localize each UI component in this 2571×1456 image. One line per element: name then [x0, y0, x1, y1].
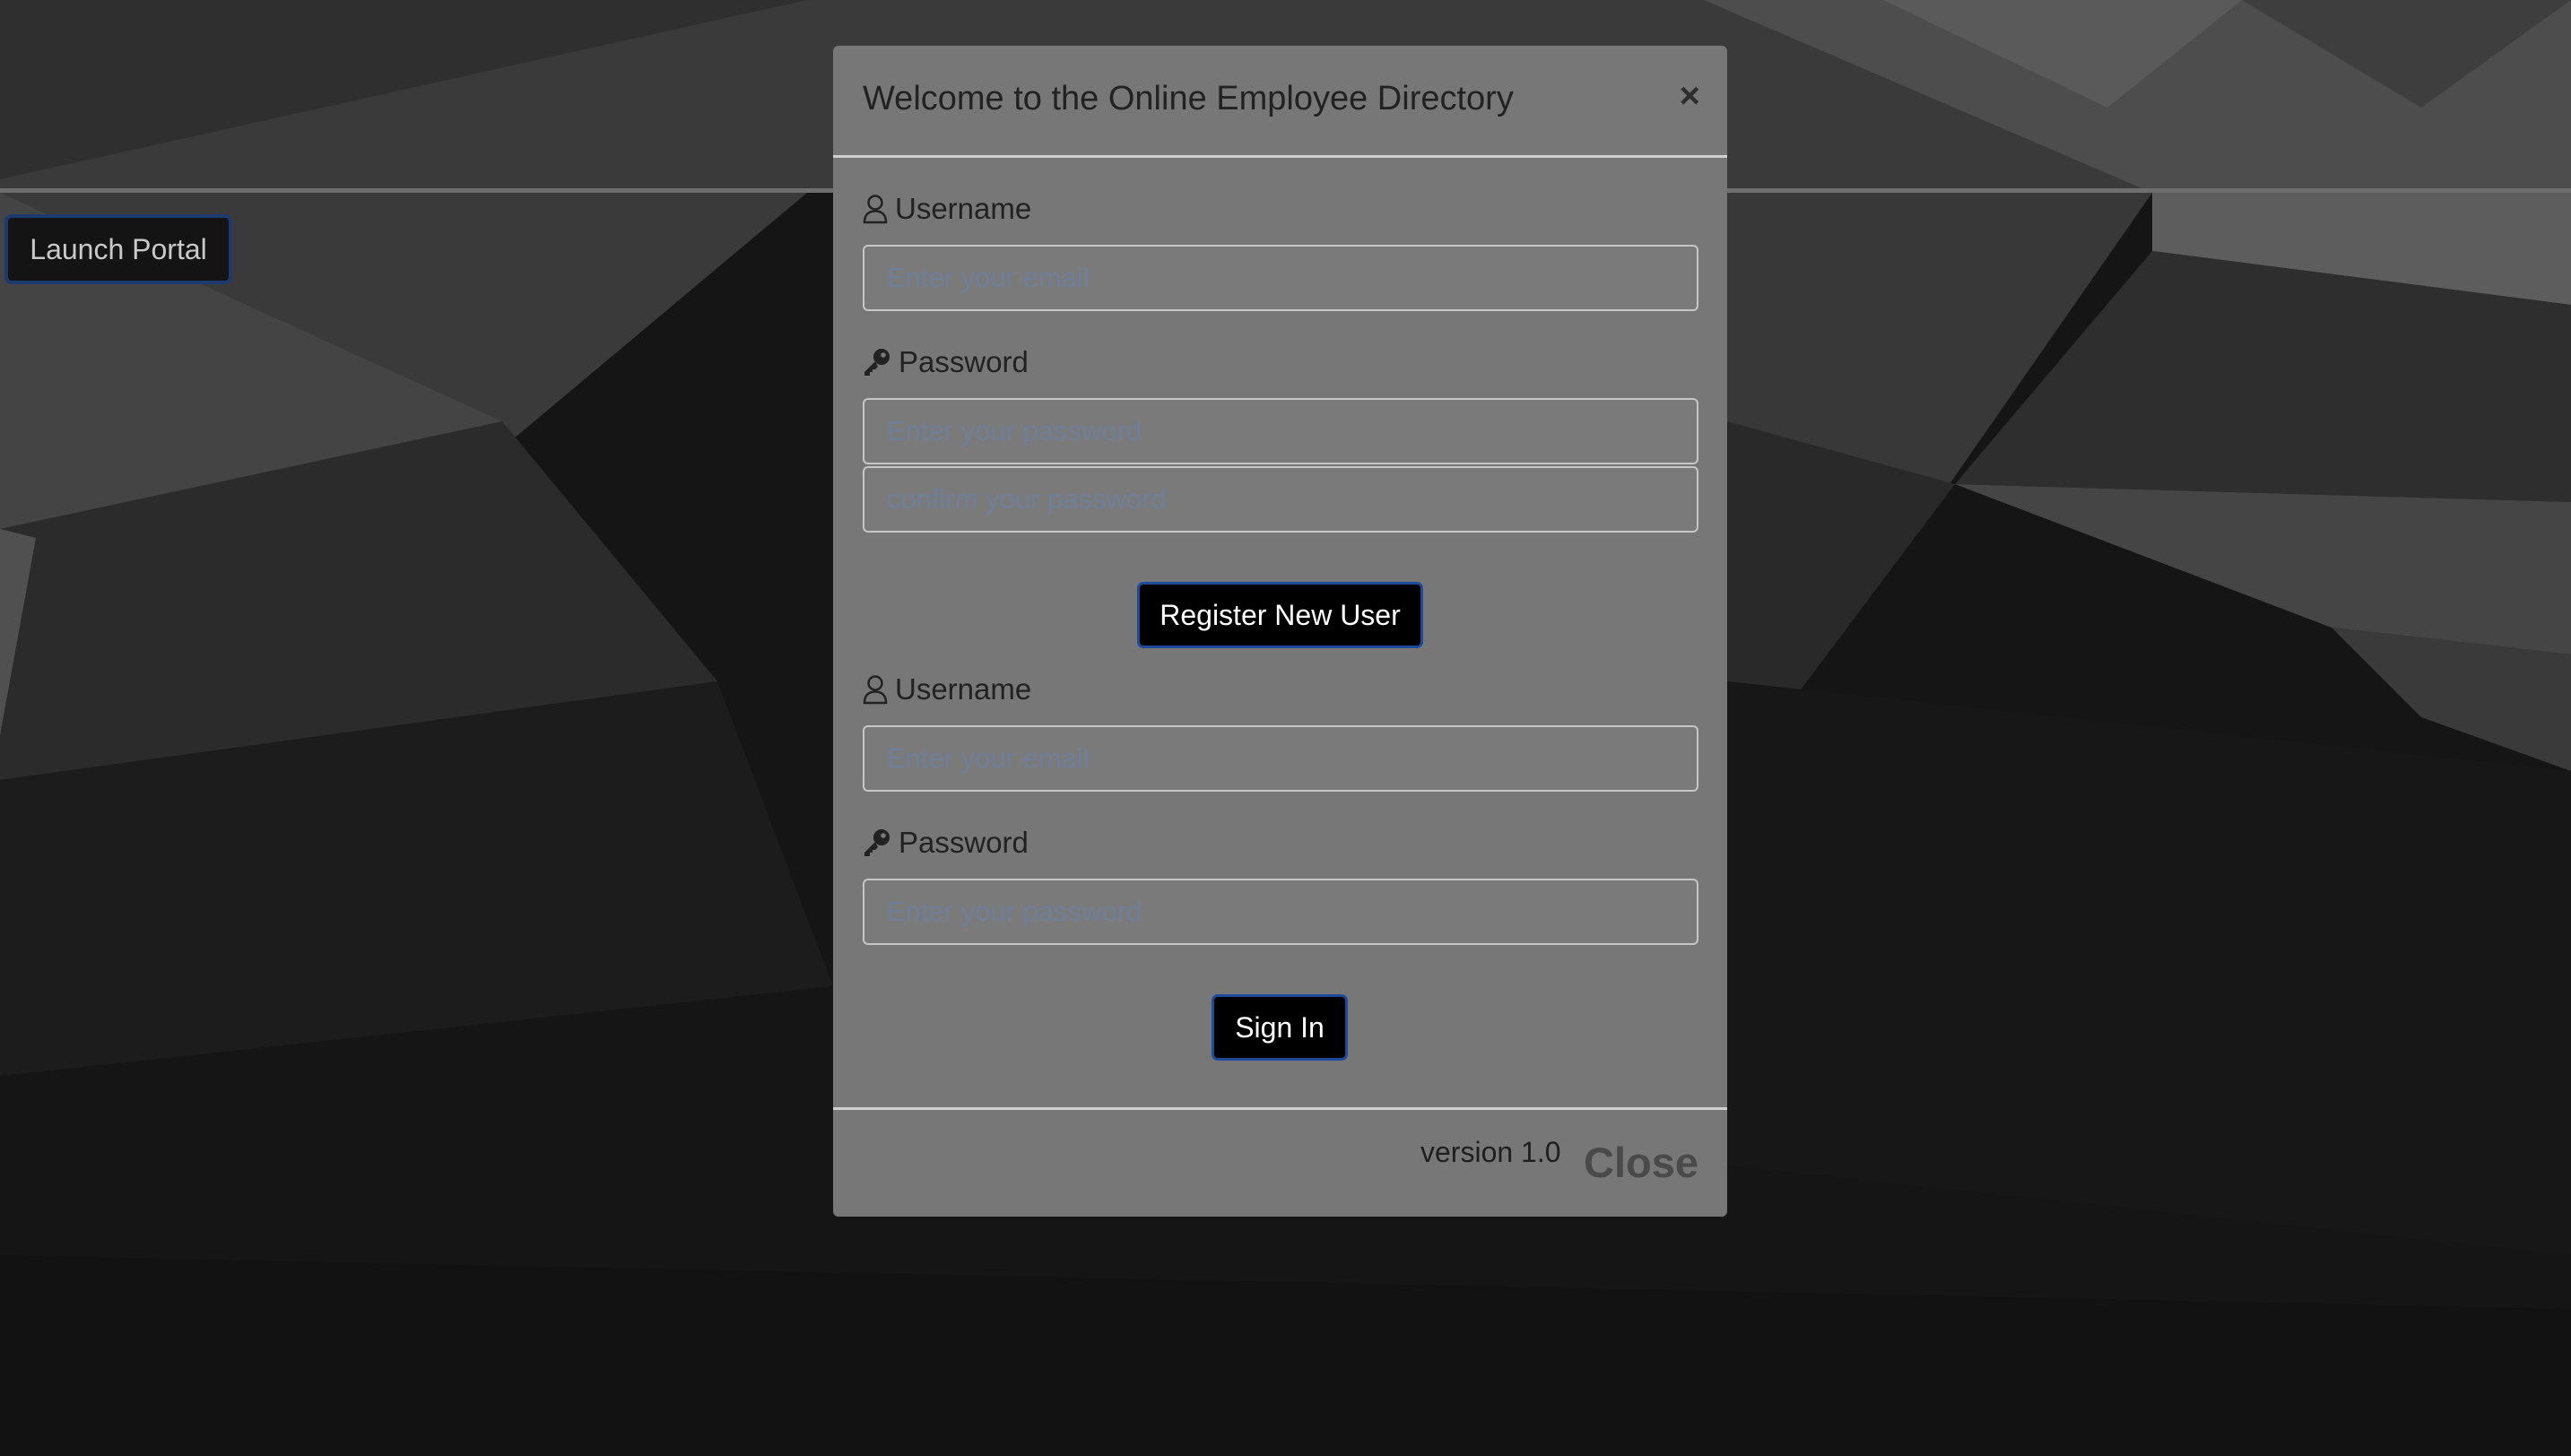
launch-portal-button[interactable]: Launch Portal	[4, 214, 232, 284]
signin-username-input[interactable]	[863, 725, 1698, 792]
user-icon	[863, 195, 888, 224]
close-button[interactable]: Close	[1584, 1141, 1698, 1183]
register-password-label: Password	[863, 345, 1029, 379]
modal-header: Welcome to the Online Employee Directory…	[833, 46, 1727, 158]
key-icon	[864, 829, 890, 856]
modal-footer: version 1.0 Close	[833, 1107, 1727, 1217]
signin-username-label: Username	[863, 672, 1031, 706]
signin-username-text: Username	[895, 672, 1032, 706]
signin-password-text: Password	[899, 826, 1029, 859]
modal-title: Welcome to the Online Employee Directory	[863, 80, 1514, 117]
login-modal: Welcome to the Online Employee Directory…	[833, 46, 1727, 1217]
signin-password-label: Password	[863, 826, 1029, 860]
version-text: version 1.0	[1420, 1136, 1561, 1168]
signin-password-input[interactable]	[863, 879, 1698, 945]
register-username-input[interactable]	[863, 245, 1698, 311]
register-password-input[interactable]	[863, 398, 1698, 464]
key-icon	[864, 349, 890, 376]
sign-in-button[interactable]: Sign In	[1212, 994, 1348, 1061]
user-icon	[863, 675, 888, 705]
register-new-user-button[interactable]: Register New User	[1137, 582, 1423, 648]
close-icon[interactable]: ×	[1680, 78, 1700, 114]
register-password-text: Password	[899, 345, 1029, 378]
register-username-text: Username	[895, 192, 1032, 225]
register-confirm-password-input[interactable]	[863, 466, 1698, 533]
register-username-label: Username	[863, 192, 1031, 226]
